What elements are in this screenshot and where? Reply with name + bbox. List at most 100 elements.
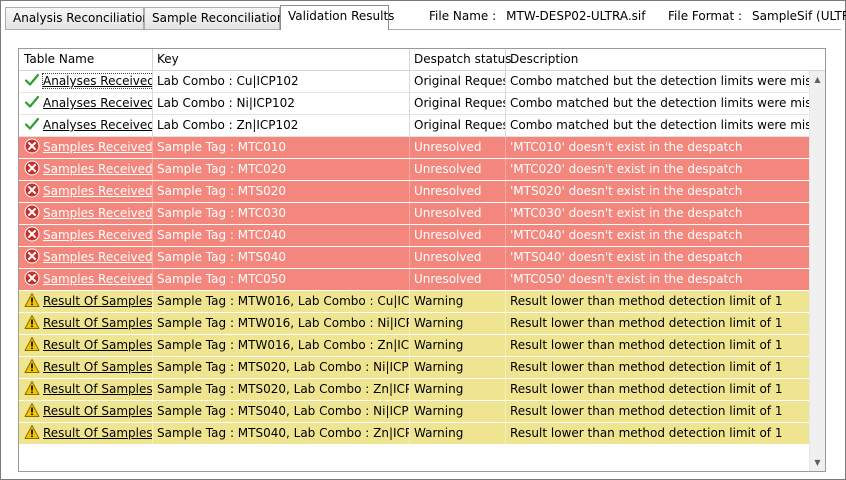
cell-table-name: Samples Received [19, 269, 153, 290]
cell-table-name: Samples Received [19, 247, 153, 268]
cell-description: 'MTC040' doesn't exist in the despatch [510, 228, 743, 242]
warning-icon [24, 337, 40, 352]
table-row[interactable]: Result Of Samples Sample Tag : MTS040, La… [19, 423, 809, 445]
cell-despatch-status: Unresolved [410, 203, 506, 224]
tab-divider [5, 29, 841, 30]
cell-table-name: Samples Received [19, 203, 153, 224]
cell-key: Sample Tag : MTW016, Lab Combo : Ni|ICP1… [153, 313, 410, 334]
cell-despatch-status: Warning [410, 357, 506, 378]
tab-analysis-reconciliation[interactable]: Analysis Reconciliation [5, 7, 150, 29]
table-row[interactable]: Result Of Samples Sample Tag : MTW016, La… [19, 313, 809, 335]
table-name-link[interactable]: Analyses Received [43, 118, 152, 132]
error-icon [24, 248, 40, 264]
cell-table-name: Samples Received [19, 225, 153, 246]
table-row[interactable]: Samples Received Sample Tag : MTC020 Unres… [19, 159, 809, 181]
column-header-key[interactable]: Key [153, 49, 410, 70]
cell-table-name: Analyses Received [19, 115, 153, 136]
table-name-link[interactable]: Analyses Received [42, 73, 152, 89]
cell-description: Result lower than method detection limit… [510, 382, 783, 396]
table-name-link[interactable]: Result Of Samples [43, 316, 152, 330]
cell-key: Lab Combo : Ni|ICP102 [153, 93, 410, 114]
cell-key: Sample Tag : MTW016, Lab Combo : Cu|ICP1… [153, 291, 410, 312]
table-row[interactable]: Result Of Samples Sample Tag : MTS020, La… [19, 357, 809, 379]
error-icon [24, 204, 40, 220]
table-name-link[interactable]: Result Of Samples [43, 426, 152, 440]
cell-key: Sample Tag : MTS020 [153, 181, 410, 202]
table-name-link[interactable]: Samples Received [43, 272, 152, 286]
cell-despatch-status: Warning [410, 335, 506, 356]
error-icon [24, 160, 40, 176]
warning-icon [24, 315, 40, 330]
cell-despatch-status: Warning [410, 313, 506, 334]
cell-despatch-status: Original Request [410, 71, 506, 92]
cell-key: Sample Tag : MTS040, Lab Combo : Zn|ICP1… [153, 423, 410, 444]
cell-key: Sample Tag : MTC020 [153, 159, 410, 180]
error-icon [24, 270, 40, 286]
scroll-down-icon[interactable]: ▼ [810, 454, 825, 471]
table-row[interactable]: Result Of Samples Sample Tag : MTS020, La… [19, 379, 809, 401]
table-name-link[interactable]: Result Of Samples [43, 294, 152, 308]
cell-key: Sample Tag : MTS020, Lab Combo : Zn|ICP1… [153, 379, 410, 400]
scroll-up-icon[interactable]: ▲ [810, 71, 825, 88]
cell-description: 'MTC030' doesn't exist in the despatch [510, 206, 743, 220]
table-row[interactable]: Analyses Received Lab Combo : Ni|ICP102 Or… [19, 93, 809, 115]
validation-grid: Table Name Key Despatch status Descripti… [18, 48, 826, 472]
cell-description: Result lower than method detection limit… [510, 426, 783, 440]
table-row[interactable]: Samples Received Sample Tag : MTC040 Unres… [19, 225, 809, 247]
table-name-link[interactable]: Samples Received [43, 184, 152, 198]
table-name-link[interactable]: Samples Received [43, 162, 152, 176]
table-row[interactable]: Result Of Samples Sample Tag : MTW016, La… [19, 335, 809, 357]
cell-despatch-status: Warning [410, 401, 506, 422]
tab-sample-reconciliation[interactable]: Sample Reconciliation [144, 7, 284, 29]
table-row[interactable]: Samples Received Sample Tag : MTC010 Unres… [19, 137, 809, 159]
table-row[interactable]: Samples Received Sample Tag : MTS040 Unres… [19, 247, 809, 269]
cell-table-name: Result Of Samples [19, 313, 153, 334]
grid-rows: Analyses Received Lab Combo : Cu|ICP102 Or… [19, 71, 809, 445]
cell-description: 'MTC050' doesn't exist in the despatch [510, 272, 743, 286]
error-icon [24, 138, 40, 154]
warning-icon [24, 293, 40, 308]
table-row[interactable]: Analyses Received Lab Combo : Cu|ICP102 Or… [19, 71, 809, 93]
cell-despatch-status: Unresolved [410, 159, 506, 180]
cell-key: Sample Tag : MTC040 [153, 225, 410, 246]
tab-validation-results[interactable]: Validation Results [280, 5, 394, 30]
cell-key: Lab Combo : Cu|ICP102 [153, 71, 410, 92]
warning-icon [24, 403, 40, 418]
cell-description: Result lower than method detection limit… [510, 294, 783, 308]
error-icon [24, 182, 40, 198]
table-row[interactable]: Result Of Samples Sample Tag : MTW016, La… [19, 291, 809, 313]
table-name-link[interactable]: Result Of Samples [43, 360, 152, 374]
validation-window: Analysis Reconciliation Sample Reconcili… [0, 0, 846, 480]
cell-description: 'MTC010' doesn't exist in the despatch [510, 140, 743, 154]
cell-description: Combo matched but the detection limits w… [510, 74, 809, 88]
table-row[interactable]: Result Of Samples Sample Tag : MTS040, La… [19, 401, 809, 423]
cell-table-name: Samples Received [19, 137, 153, 158]
column-header-description[interactable]: Description [506, 49, 825, 70]
cell-key: Sample Tag : MTS040 [153, 247, 410, 268]
column-header-despatch-status[interactable]: Despatch status [410, 49, 511, 70]
vertical-scrollbar[interactable]: ▲ ▼ [809, 71, 825, 471]
table-name-link[interactable]: Samples Received [43, 228, 152, 242]
table-name-link[interactable]: Result Of Samples [43, 382, 152, 396]
table-row[interactable]: Samples Received Sample Tag : MTS020 Unres… [19, 181, 809, 203]
table-name-link[interactable]: Samples Received [43, 140, 152, 154]
cell-despatch-status: Warning [410, 379, 506, 400]
cell-table-name: Samples Received [19, 181, 153, 202]
table-row[interactable]: Analyses Received Lab Combo : Zn|ICP102 Or… [19, 115, 809, 137]
table-row[interactable]: Samples Received Sample Tag : MTC050 Unres… [19, 269, 809, 291]
table-name-link[interactable]: Result Of Samples [43, 338, 152, 352]
cell-description: Result lower than method detection limit… [510, 404, 783, 418]
cell-key: Sample Tag : MTS040, Lab Combo : Ni|ICP1… [153, 401, 410, 422]
table-row[interactable]: Samples Received Sample Tag : MTC030 Unres… [19, 203, 809, 225]
table-name-link[interactable]: Result Of Samples [43, 404, 152, 418]
checkmark-icon [24, 73, 40, 88]
table-name-link[interactable]: Samples Received [43, 250, 152, 264]
file-name-label: File Name : [429, 9, 497, 23]
table-name-link[interactable]: Samples Received [43, 206, 152, 220]
cell-despatch-status: Unresolved [410, 269, 506, 290]
column-header-table-name[interactable]: Table Name [19, 49, 153, 70]
cell-despatch-status: Unresolved [410, 225, 506, 246]
table-name-link[interactable]: Analyses Received [43, 96, 152, 110]
warning-icon [24, 425, 40, 440]
cell-key: Sample Tag : MTC050 [153, 269, 410, 290]
